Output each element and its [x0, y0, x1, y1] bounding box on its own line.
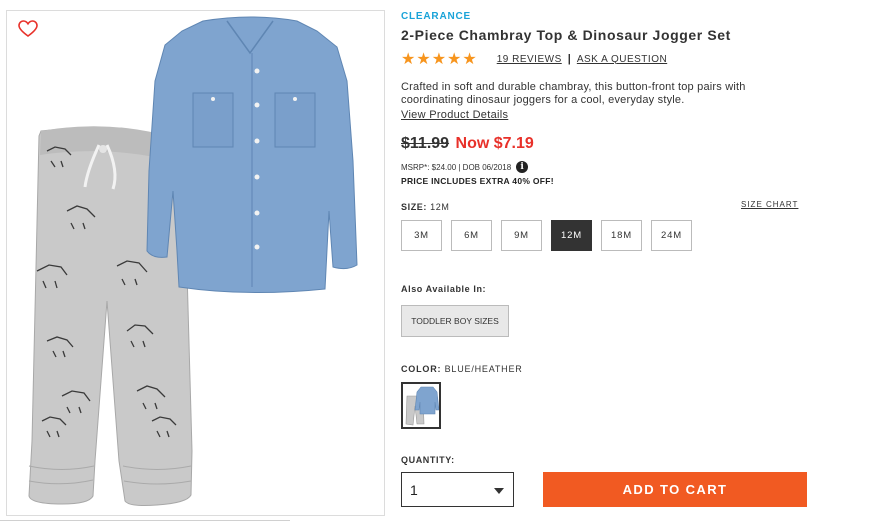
quantity-value: 1 [410, 481, 418, 498]
also-available-label: Also Available In: [401, 284, 487, 294]
size-option-6m[interactable]: 6M [451, 220, 492, 251]
view-product-details-link[interactable]: View Product Details [401, 109, 508, 121]
size-label-title: SIZE: [401, 202, 428, 212]
price-row: $11.99 Now $7.19 [401, 135, 534, 153]
extra-discount-note: PRICE INCLUDES EXTRA 40% OFF! [401, 176, 554, 186]
size-option-3m[interactable]: 3M [401, 220, 442, 251]
sale-price: Now $7.19 [455, 135, 534, 152]
product-image-frame[interactable] [6, 10, 385, 516]
swatch-thumbnail [405, 386, 439, 426]
product-description: Crafted in soft and durable chambray, th… [401, 81, 746, 106]
add-to-cart-button[interactable]: ADD TO CART [543, 472, 807, 507]
product-title: 2-Piece Chambray Top & Dinosaur Jogger S… [401, 27, 731, 43]
color-swatch-blue-heather[interactable] [401, 382, 441, 429]
toddler-boy-sizes-button[interactable]: TODDLER BOY SIZES [401, 305, 509, 337]
size-options: 3M 6M 9M 12M 18M 24M [401, 220, 701, 251]
quantity-select[interactable]: 1 [401, 472, 514, 507]
info-circle-icon[interactable]: i [516, 161, 529, 173]
size-selected-value: 12M [430, 202, 450, 212]
color-label: COLOR: BLUE/HEATHER [401, 364, 523, 374]
size-option-9m[interactable]: 9M [501, 220, 542, 251]
msrp-text: MSRP*: $24.00 | DOB 06/2018 i [401, 161, 529, 173]
rating-row: ★★★★★ 19 REVIEWS | ASK A QUESTION [401, 50, 667, 68]
quantity-label: QUANTITY: [401, 455, 455, 465]
reviews-link[interactable]: 19 REVIEWS [497, 54, 562, 65]
original-price: $11.99 [401, 135, 450, 152]
star-rating-icon: ★★★★★ [401, 51, 478, 68]
size-label: SIZE: 12M [401, 202, 449, 212]
size-option-12m[interactable]: 12M [551, 220, 592, 251]
separator: | [567, 53, 571, 65]
divider-line [0, 520, 290, 521]
size-option-24m[interactable]: 24M [651, 220, 692, 251]
chambray-shirt [146, 16, 358, 294]
color-label-title: COLOR: [401, 364, 442, 374]
msrp-value: MSRP*: $24.00 | DOB 06/2018 [401, 162, 512, 172]
color-value: BLUE/HEATHER [444, 364, 523, 374]
clearance-badge: CLEARANCE [401, 11, 471, 22]
product-image [28, 16, 358, 506]
size-chart-link[interactable]: SIZE CHART [741, 200, 798, 209]
ask-question-link[interactable]: ASK A QUESTION [577, 54, 667, 65]
size-option-18m[interactable]: 18M [601, 220, 642, 251]
caret-down-icon [494, 488, 504, 494]
heart-outline-icon[interactable] [18, 20, 38, 38]
